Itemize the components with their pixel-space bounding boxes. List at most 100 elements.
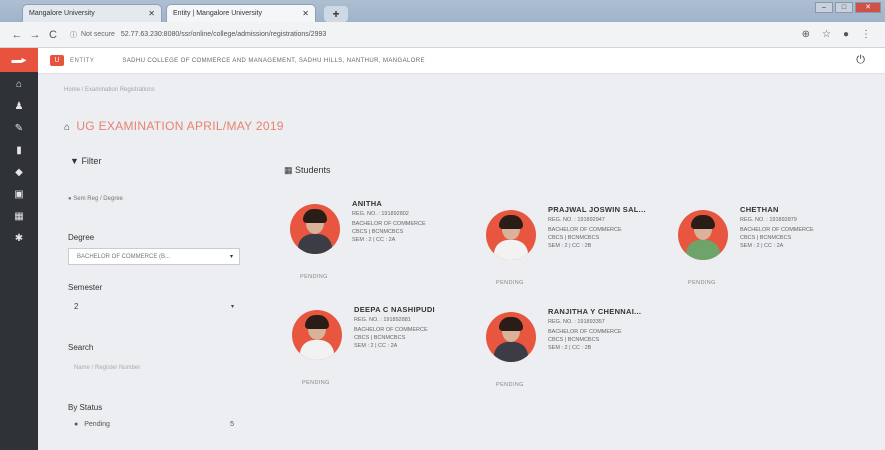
status-label: By Status xyxy=(68,403,103,412)
breadcrumb[interactable]: Home / Examination Registrations xyxy=(64,87,155,93)
status-badge: PENDING xyxy=(496,280,524,286)
semester-select[interactable]: 2 ▾ xyxy=(68,298,240,314)
student-reg: REG. NO. : 191893357 xyxy=(548,319,605,325)
degree-select[interactable]: BACHELOR OF COMMERCE (B... ▾ xyxy=(68,248,240,265)
avatar xyxy=(290,204,340,254)
semester-value: 2 xyxy=(74,301,79,311)
status-filter-pending[interactable]: ● Pending 5 xyxy=(68,421,240,428)
tab-label: Entity | Mangalore University xyxy=(173,10,262,17)
minimize-button[interactable]: – xyxy=(815,2,833,13)
page-title: ⌂ UG EXAMINATION APRIL/MAY 2019 xyxy=(64,119,284,133)
student-name: RANJITHA Y CHENNAI... xyxy=(548,307,642,316)
browser-tab[interactable]: Mangalore University ✕ xyxy=(22,4,162,22)
browser-tabbar: Mangalore University ✕ Entity | Mangalor… xyxy=(0,0,885,22)
menu-toggle-icon[interactable]: ▬▸ xyxy=(0,48,38,72)
page-title-text: UG EXAMINATION APRIL/MAY 2019 xyxy=(76,119,284,133)
edit-icon[interactable]: ✎ xyxy=(0,118,38,138)
avatar xyxy=(486,210,536,260)
new-tab-button[interactable]: + xyxy=(324,6,348,22)
student-reg: REG. NO. : 191892881 xyxy=(354,317,411,323)
maximize-button[interactable]: □ xyxy=(835,2,853,13)
back-arrow-icon[interactable]: ← xyxy=(8,29,26,41)
user-icon[interactable]: ♟ xyxy=(0,96,38,116)
book-icon[interactable]: ▮ xyxy=(0,140,38,160)
student-degree: BACHELOR OF COMMERCE xyxy=(548,329,622,335)
security-status: Not secure xyxy=(81,31,115,38)
scheme-breadcrumb: ● Sem Reg / Degree xyxy=(68,196,123,202)
forward-arrow-icon[interactable]: → xyxy=(26,29,44,41)
status-item-label: Pending xyxy=(84,421,110,428)
brand-logo: U xyxy=(50,55,64,66)
filter-heading: ▼ Filter xyxy=(70,156,101,166)
star-icon[interactable]: ☆ xyxy=(822,29,831,40)
student-card[interactable]: CHETHAN REG. NO. : 191892879 BACHELOR OF… xyxy=(678,205,868,305)
tab-label: Mangalore University xyxy=(29,10,95,17)
caret-down-icon: ▾ xyxy=(229,254,233,260)
student-card[interactable]: ANITHA REG. NO. : 191892802 BACHELOR OF … xyxy=(290,199,480,299)
profile-icon[interactable]: ● xyxy=(843,29,849,40)
grid-icon: ▦ xyxy=(284,165,293,175)
status-count: 5 xyxy=(230,421,234,428)
status-badge: PENDING xyxy=(688,280,716,286)
degree-value: BACHELOR OF COMMERCE (B... xyxy=(77,253,171,260)
status-badge: PENDING xyxy=(300,274,328,280)
student-reg: REG. NO. : 191892947 xyxy=(548,217,605,223)
status-badge: PENDING xyxy=(302,380,330,386)
student-code: CBCS | BCNMCBCS xyxy=(740,235,792,241)
address-bar: ← → C ⓘ Not secure 52.77.63.230:8080/ssr… xyxy=(0,22,885,48)
student-sem: SEM : 2 | CC : 2A xyxy=(354,343,398,349)
info-icon[interactable]: ⓘ xyxy=(70,30,77,40)
filter-heading-text: Filter xyxy=(81,156,102,166)
power-icon[interactable]: ⏻ xyxy=(856,54,865,67)
student-degree: BACHELOR OF COMMERCE xyxy=(352,221,426,227)
home-icon: ⌂ xyxy=(64,122,71,133)
student-name: CHETHAN xyxy=(740,205,779,214)
left-rail: ▬▸ ⌂ ♟ ✎ ▮ ◆ ▣ ▦ ✱ xyxy=(0,48,38,450)
menu-dots-icon[interactable]: ⋮ xyxy=(861,29,871,40)
student-card[interactable]: DEEPA C NASHIPUDI REG. NO. : 191892881 B… xyxy=(292,305,482,405)
semester-label: Semester xyxy=(68,283,103,292)
student-degree: BACHELOR OF COMMERCE xyxy=(740,227,814,233)
students-heading-text: Students xyxy=(295,165,331,175)
reload-icon[interactable]: C xyxy=(44,29,62,41)
close-tab-icon[interactable]: ✕ xyxy=(302,9,309,18)
close-tab-icon[interactable]: ✕ xyxy=(148,9,155,18)
window-controls: – □ ✕ xyxy=(815,2,881,13)
student-card[interactable]: RANJITHA Y CHENNAI... REG. NO. : 1918933… xyxy=(486,307,676,407)
page-content: Home / Examination Registrations ⌂ UG EXA… xyxy=(38,75,885,450)
student-sem: SEM : 2 | CC : 2B xyxy=(548,345,592,351)
url-text: 52.77.63.230:8080/ssr/online/college/adm… xyxy=(120,31,327,38)
document-icon[interactable]: ▣ xyxy=(0,184,38,204)
student-name: ANITHA xyxy=(352,199,383,208)
home-icon[interactable]: ⌂ xyxy=(0,74,38,94)
close-window-button[interactable]: ✕ xyxy=(855,2,881,13)
filter-panel: ▼ Filter ● Sem Reg / Degree Degree BACHE… xyxy=(60,151,250,450)
avatar xyxy=(292,310,342,360)
browser-tab-active[interactable]: Entity | Mangalore University ✕ xyxy=(166,4,316,22)
student-code: CBCS | BCNMCBCS xyxy=(352,229,404,235)
student-sem: SEM : 2 | CC : 2B xyxy=(548,243,592,249)
settings-icon[interactable]: ✱ xyxy=(0,228,38,248)
zoom-icon[interactable]: ⊕ xyxy=(802,29,810,40)
scheme-text: Sem Reg / Degree xyxy=(73,196,123,202)
url-field[interactable]: ⓘ Not secure 52.77.63.230:8080/ssr/onlin… xyxy=(70,26,802,44)
image-icon[interactable]: ▦ xyxy=(0,206,38,226)
student-card[interactable]: PRAJWAL JOSWIN SAL... REG. NO. : 1918929… xyxy=(486,205,676,305)
status-dot-icon: ● xyxy=(74,421,79,428)
student-sem: SEM : 2 | CC : 2A xyxy=(352,237,396,243)
student-code: CBCS | BCNMCBCS xyxy=(354,335,406,341)
student-code: CBCS | BCNMCBCS xyxy=(548,235,600,241)
degree-label: Degree xyxy=(68,233,95,242)
student-sem: SEM : 2 | CC : 2A xyxy=(740,243,784,249)
student-name: PRAJWAL JOSWIN SAL... xyxy=(548,205,646,214)
brand[interactable]: U ENTITY xyxy=(50,55,94,66)
brand-name: ENTITY xyxy=(70,57,95,64)
student-degree: BACHELOR OF COMMERCE xyxy=(354,327,428,333)
student-name: DEEPA C NASHIPUDI xyxy=(354,305,435,314)
diamond-icon[interactable]: ◆ xyxy=(0,162,38,182)
college-name: SADHU COLLEGE OF COMMERCE AND MANAGEMENT… xyxy=(122,57,425,64)
student-reg: REG. NO. : 191892802 xyxy=(352,211,409,217)
student-code: CBCS | BCNMCBCS xyxy=(548,337,600,343)
search-input[interactable]: Name / Register Number xyxy=(68,361,240,375)
search-label: Search xyxy=(68,343,94,352)
